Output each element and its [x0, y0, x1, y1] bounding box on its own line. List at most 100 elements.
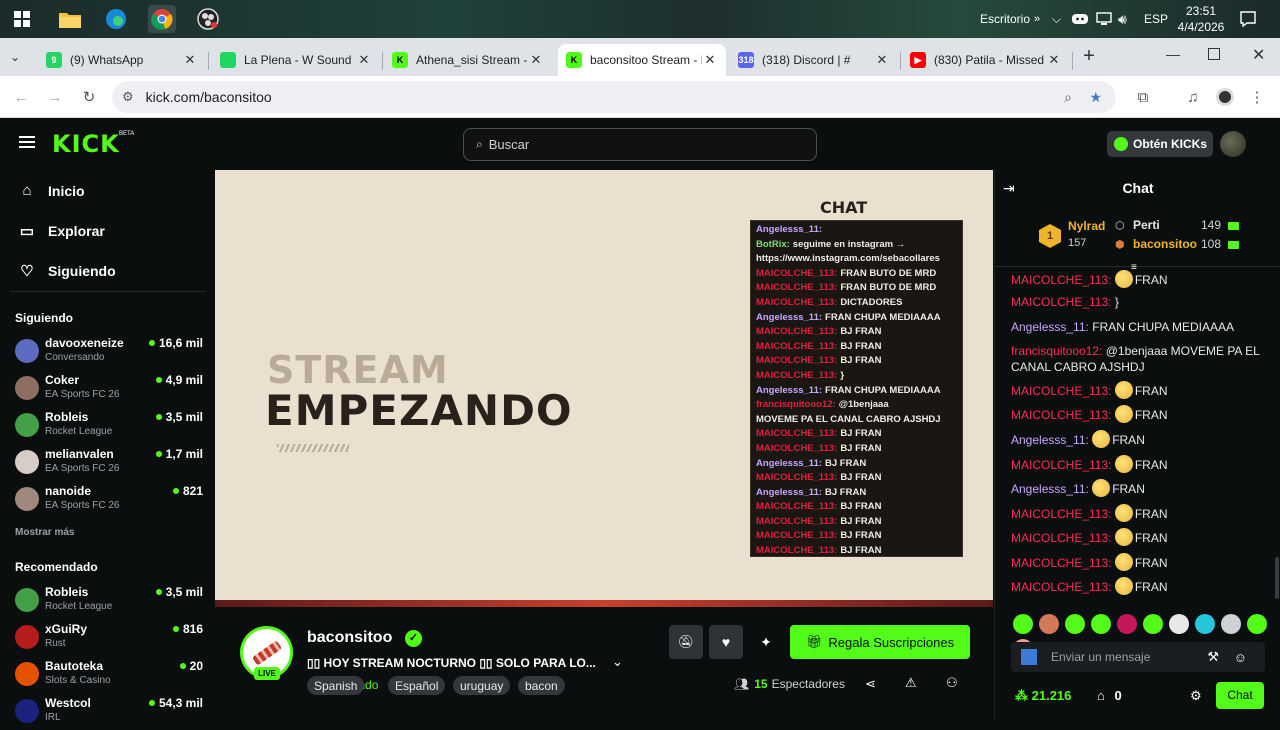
close-window-button[interactable]: ✕: [1252, 45, 1265, 65]
expand-title-chevron-icon[interactable]: ⌄: [612, 654, 623, 670]
tab-close-icon[interactable]: ✕: [1046, 52, 1062, 68]
follow-button[interactable]: ♥: [709, 625, 743, 659]
profile-avatar[interactable]: [1214, 86, 1236, 108]
kicks-balance[interactable]: ⁂ 21.216: [1015, 688, 1071, 704]
chat-scrollbar[interactable]: [1275, 557, 1279, 599]
channel-name[interactable]: baconsitoo: [307, 629, 392, 647]
emote-icon[interactable]: [1065, 614, 1085, 634]
chat-username[interactable]: MAICOLCHE_113:: [1011, 531, 1111, 545]
sidebar-channel[interactable]: nanoide EA Sports FC 26 821: [15, 484, 203, 518]
browser-tab[interactable]: 9 (9) WhatsApp ✕: [38, 44, 206, 76]
video-player[interactable]: STREAM EMPEZANDO CHAT Angelesss_11: BotRi…: [215, 170, 993, 603]
clock[interactable]: 23:51 4/4/2026: [1176, 3, 1226, 35]
chat-username[interactable]: MAICOLCHE_113:: [1011, 273, 1111, 287]
show-more-link[interactable]: Mostrar más: [15, 527, 74, 538]
emote-icon[interactable]: [1169, 614, 1189, 634]
emote-icon[interactable]: [1143, 614, 1163, 634]
chat-username[interactable]: MAICOLCHE_113:: [1011, 384, 1111, 398]
emote-icon[interactable]: [1221, 614, 1241, 634]
browser-tab[interactable]: La Plena - W Sound ✕: [212, 44, 380, 76]
emoji-icon[interactable]: ☺: [1234, 650, 1247, 665]
chat-input[interactable]: Enviar un mensaje ⚒ ☺: [1011, 642, 1265, 672]
obs-icon[interactable]: [194, 5, 222, 33]
chat-username[interactable]: MAICOLCHE_113:: [1011, 295, 1111, 309]
sidebar-channel[interactable]: melianvalen EA Sports FC 26 1,7 mil: [15, 447, 203, 481]
browser-tab[interactable]: ▶ (830) Patila - Missed ✕: [902, 44, 1070, 76]
notifications-icon[interactable]: [1240, 0, 1256, 38]
chat-username[interactable]: MAICOLCHE_113:: [1011, 408, 1111, 422]
stream-tag[interactable]: Spanish: [307, 676, 365, 695]
url-text[interactable]: kick.com/baconsitoo: [146, 89, 272, 105]
chat-username[interactable]: MAICOLCHE_113:: [1011, 580, 1111, 594]
tab-close-icon[interactable]: ✕: [182, 52, 198, 68]
sidebar-channel[interactable]: Westcol IRL 54,3 mil: [15, 696, 203, 730]
share-icon[interactable]: ⋖: [865, 676, 876, 692]
report-icon[interactable]: ⚠: [905, 675, 917, 691]
tab-close-icon[interactable]: ✕: [702, 52, 718, 68]
sidebar-channel[interactable]: Robleis Rocket League 3,5 mil: [15, 410, 203, 444]
stream-tag[interactable]: bacon: [518, 676, 565, 695]
minimize-button[interactable]: —: [1166, 46, 1180, 62]
back-icon[interactable]: ←: [10, 86, 32, 108]
get-kicks-button[interactable]: Obtén KICKs: [1107, 131, 1213, 157]
leader-2-name[interactable]: Perti: [1133, 218, 1160, 232]
kick-logo[interactable]: KICK: [52, 130, 120, 158]
user-avatar[interactable]: [1220, 131, 1246, 157]
chat-username[interactable]: francisquitooo12:: [1011, 344, 1102, 358]
shop-counter[interactable]: ⌂ 0: [1097, 688, 1122, 703]
emote-icon[interactable]: [1195, 614, 1215, 634]
chat-username[interactable]: MAICOLCHE_113:: [1011, 556, 1111, 570]
sidebar-channel[interactable]: xGuiRy Rust 816: [15, 622, 203, 656]
gift-subs-button[interactable]: 🎁︎ Regala Suscripciones: [790, 625, 970, 659]
file-explorer-icon[interactable]: [56, 5, 84, 33]
nav-explorar[interactable]: ▭ Explorar: [18, 222, 105, 240]
emote-icon[interactable]: [1013, 614, 1033, 634]
notifications-off-button[interactable]: 🔕︎: [669, 625, 703, 659]
chrome-taskbar-icon[interactable]: [148, 5, 176, 33]
stream-tag[interactable]: uruguay: [453, 676, 511, 695]
browser-tab[interactable]: Kbaconsitoo Stream - K ✕: [558, 44, 726, 76]
sparkle-button[interactable]: ✦: [749, 625, 783, 659]
bookmark-star-icon[interactable]: ★: [1089, 89, 1102, 106]
chat-settings-icon[interactable]: ⚙: [1190, 688, 1202, 704]
language-indicator[interactable]: ESP: [1144, 0, 1168, 38]
chat-send-button[interactable]: Chat: [1216, 682, 1264, 709]
network-icon[interactable]: [1096, 0, 1112, 38]
search-input[interactable]: ⌕ Buscar: [463, 128, 817, 161]
desktop-label[interactable]: Escritorio: [980, 0, 1030, 38]
maximize-button[interactable]: [1208, 48, 1220, 60]
sidebar-channel[interactable]: Bautoteka Slots & Casino 20: [15, 659, 203, 693]
site-info-icon[interactable]: ⚙: [122, 89, 134, 105]
tab-close-icon[interactable]: ✕: [874, 52, 890, 68]
chat-username[interactable]: MAICOLCHE_113:: [1011, 458, 1111, 472]
menu-hamburger-icon[interactable]: [19, 135, 35, 154]
stream-tag[interactable]: Español: [388, 676, 446, 695]
nav-siguiendo[interactable]: ♡ Siguiendo: [18, 262, 115, 280]
address-bar[interactable]: ⚙ kick.com/baconsitoo ⌕ ★: [112, 81, 1116, 113]
extensions-icon[interactable]: ⧉: [1132, 86, 1154, 108]
browser-tab[interactable]: 318 (318) Discord | # ✕: [730, 44, 898, 76]
new-tab-button[interactable]: +: [1078, 46, 1100, 68]
leader-3-name[interactable]: baconsitoo: [1133, 237, 1197, 251]
tab-close-icon[interactable]: ✕: [356, 52, 372, 68]
nav-inicio[interactable]: ⌂ Inicio: [18, 182, 84, 199]
chat-username[interactable]: Angelesss_11:: [1011, 482, 1089, 496]
tab-search-icon[interactable]: ⌄: [10, 50, 20, 64]
media-control-icon[interactable]: ♫: [1182, 86, 1204, 108]
edge-browser-icon[interactable]: [102, 5, 130, 33]
tray-overflow-icon[interactable]: »: [1034, 0, 1040, 38]
command-icon[interactable]: ⚒: [1207, 649, 1219, 665]
emote-icon[interactable]: [1247, 614, 1267, 634]
discord-tray-icon[interactable]: [1072, 0, 1088, 38]
emote-icon[interactable]: [1091, 614, 1111, 634]
emote-icon[interactable]: [1117, 614, 1137, 634]
emote-icon[interactable]: [1039, 614, 1059, 634]
chrome-menu-icon[interactable]: ⋮: [1246, 86, 1268, 108]
chat-username[interactable]: MAICOLCHE_113:: [1011, 507, 1111, 521]
forward-icon[interactable]: →: [44, 86, 66, 108]
windows-start-icon[interactable]: [8, 5, 36, 33]
chat-username[interactable]: Angelesss_11:: [1011, 320, 1089, 334]
browser-tab[interactable]: K Athena_sisi Stream - K ✕: [384, 44, 552, 76]
user-options-icon[interactable]: ⚇: [946, 675, 958, 691]
leader-1-name[interactable]: Nylrad: [1068, 219, 1105, 233]
